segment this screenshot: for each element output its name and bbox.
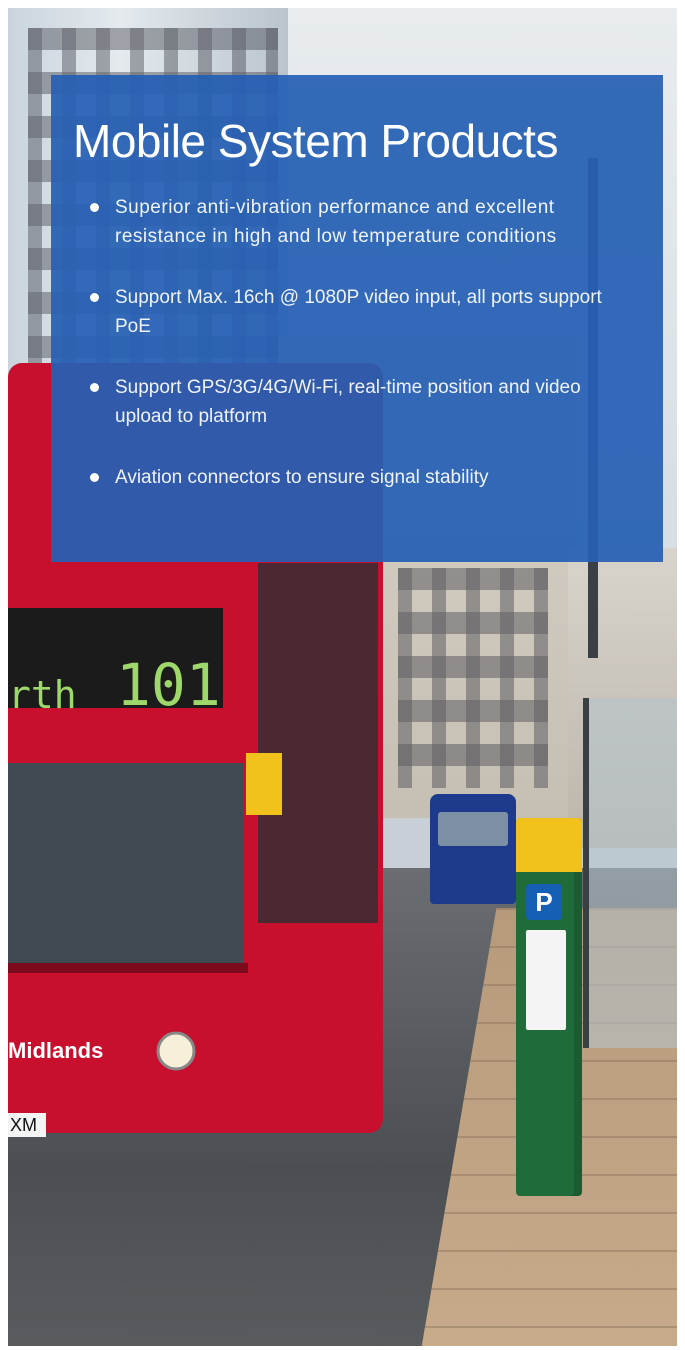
blue-van [430, 794, 516, 904]
feature-text: Superior anti-vibration performance and … [115, 197, 557, 247]
bullet-icon [90, 473, 99, 482]
feature-text: Aviation connectors to ensure signal sta… [115, 467, 489, 488]
bullet-icon [90, 203, 99, 212]
feature-item: Support GPS/3G/4G/Wi-Fi, real-time posit… [73, 373, 635, 431]
feature-item: Superior anti-vibration performance and … [73, 193, 635, 251]
parking-icon: P [526, 884, 562, 920]
parking-meter-card [526, 930, 566, 1030]
bus-operator-label: Midlands [8, 1038, 103, 1063]
feature-item: Aviation connectors to ensure signal sta… [73, 463, 635, 492]
building-middle-windows [398, 568, 548, 788]
parking-meter: P [516, 818, 582, 1196]
bus-destination: rth [8, 673, 77, 717]
bus-plate: XM [10, 1115, 37, 1135]
feature-item: Support Max. 16ch @ 1080P video input, a… [73, 283, 635, 341]
hero-banner: rth 101 Midlands XM P Mobile System Prod… [8, 8, 677, 1346]
bullet-icon [90, 383, 99, 392]
parking-meter-top [516, 818, 582, 872]
bus-route-number: 101 [116, 651, 221, 719]
product-overview-panel: Mobile System Products Superior anti-vib… [51, 75, 663, 562]
bus-shelter [583, 698, 677, 1048]
page-title: Mobile System Products [73, 115, 558, 167]
feature-list: Superior anti-vibration performance and … [73, 193, 635, 492]
feature-text: Support GPS/3G/4G/Wi-Fi, real-time posit… [115, 377, 581, 427]
bullet-icon [90, 293, 99, 302]
feature-text: Support Max. 16ch @ 1080P video input, a… [115, 287, 602, 337]
